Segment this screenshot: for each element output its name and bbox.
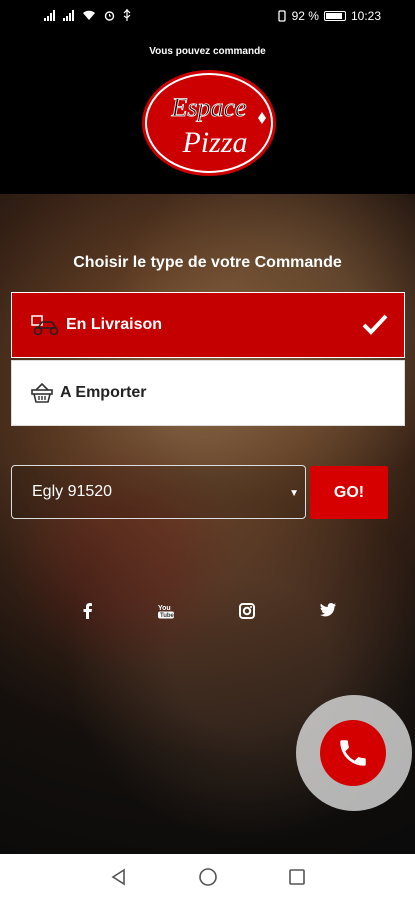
checkmark-icon: [362, 314, 388, 335]
option-delivery[interactable]: En Livraison: [11, 292, 405, 358]
svg-text:Tube: Tube: [160, 613, 175, 619]
twitter-icon[interactable]: [318, 603, 338, 620]
option-takeaway[interactable]: A Emporter: [11, 360, 405, 426]
svg-text:Pizza: Pizza: [181, 126, 247, 159]
system-navigation-bar: [0, 854, 415, 900]
chevron-down-icon: ▼: [289, 488, 299, 499]
city-select-value: Egly 91520: [32, 483, 113, 500]
battery-percent: 92 %: [291, 9, 319, 23]
espace-pizza-logo[interactable]: Espace Pizza: [140, 68, 278, 178]
usb-icon: [123, 9, 131, 21]
option-takeaway-label: A Emporter: [60, 384, 147, 401]
svg-text:Espace: Espace: [170, 93, 246, 122]
status-bar: 92 % 10:23: [0, 0, 415, 34]
facebook-icon[interactable]: [78, 603, 98, 622]
back-icon[interactable]: [110, 868, 128, 886]
basket-icon: [30, 382, 54, 404]
svg-text:You: You: [158, 605, 171, 612]
youtube-icon[interactable]: You Tube: [156, 603, 176, 622]
call-button[interactable]: [320, 720, 386, 786]
signal-icon: [44, 9, 55, 21]
home-icon[interactable]: [198, 867, 218, 887]
option-delivery-label: En Livraison: [66, 316, 163, 333]
battery-icon: [323, 11, 346, 21]
city-select[interactable]: Egly 91520 ▼: [11, 465, 306, 519]
signal-icon-2: [63, 9, 74, 21]
app-header: Vous pouvez commande Espace Pizza: [0, 34, 415, 194]
vibrate-icon: [277, 10, 286, 22]
status-left: [44, 9, 131, 21]
go-button[interactable]: GO!: [310, 466, 388, 519]
order-type-title: Choisir le type de votre Commande: [73, 254, 342, 271]
wifi-icon: [83, 10, 95, 20]
phone-icon: [340, 740, 366, 766]
alarm-icon: [104, 10, 115, 21]
delivery-scooter-icon: [30, 314, 60, 336]
instagram-icon[interactable]: [237, 603, 257, 622]
clock: 10:23: [350, 9, 381, 23]
recents-icon[interactable]: [288, 868, 306, 886]
ticker-text: Vous pouvez commande: [149, 46, 266, 57]
status-right: 92 % 10:23: [277, 9, 381, 23]
